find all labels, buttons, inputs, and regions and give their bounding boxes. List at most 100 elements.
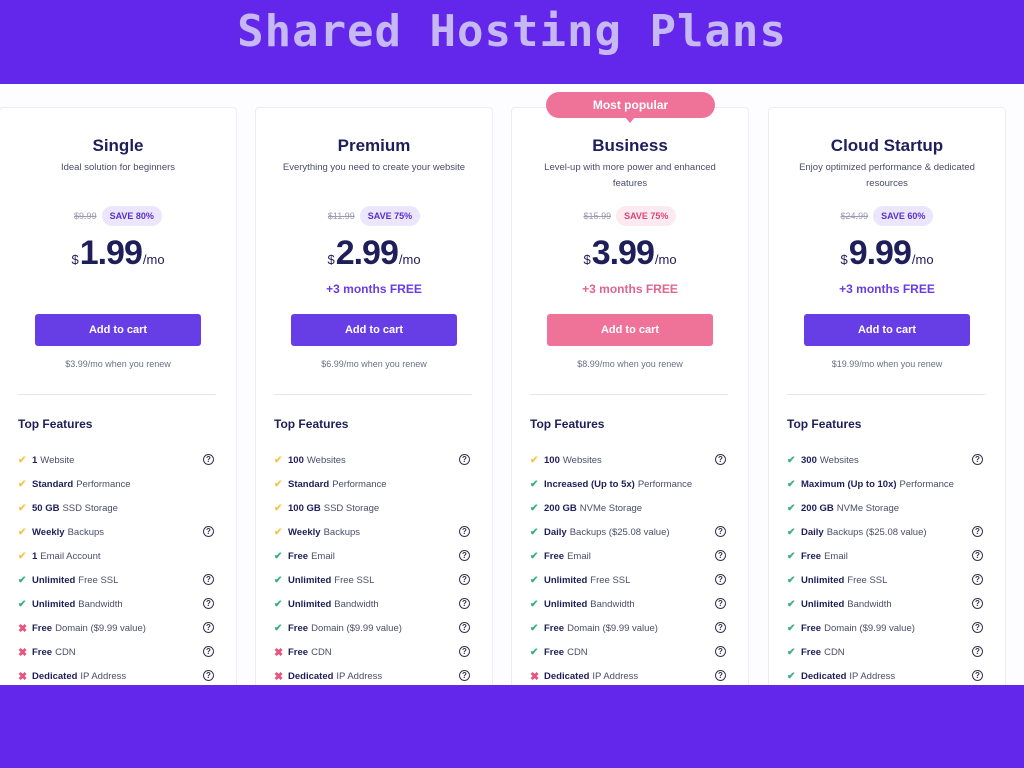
help-icon[interactable]: ? — [459, 646, 470, 657]
help-icon[interactable]: ? — [715, 574, 726, 585]
page-title: Shared Hosting Plans — [237, 6, 787, 57]
help-icon[interactable]: ? — [972, 670, 983, 681]
help-icon[interactable]: ? — [203, 622, 214, 633]
add-to-cart-button[interactable]: Add to cart — [35, 314, 201, 346]
feature-text: Free SSL — [847, 574, 888, 586]
check-icon: ✔ — [530, 454, 539, 466]
check-icon: ✔ — [530, 550, 539, 562]
help-icon[interactable]: ? — [972, 454, 983, 465]
price-currency: $ — [583, 252, 591, 267]
help-icon[interactable]: ? — [203, 670, 214, 681]
check-icon: ✔ — [787, 646, 796, 658]
plan-name: Cloud Startup — [830, 136, 944, 155]
feature-text: Free SSL — [590, 574, 631, 586]
add-to-cart-button[interactable]: Add to cart — [291, 314, 457, 346]
feature-item: ✖ Dedicated IP Address? — [530, 664, 728, 685]
help-icon[interactable]: ? — [459, 622, 470, 633]
help-icon[interactable]: ? — [715, 526, 726, 537]
help-icon[interactable]: ? — [459, 454, 470, 465]
feature-text: CDN — [824, 646, 845, 658]
price-currency: $ — [327, 252, 335, 267]
original-price: $11.99 — [327, 211, 355, 221]
feature-item: ✔ Unlimited Bandwidth? — [787, 592, 985, 616]
help-icon[interactable]: ? — [972, 550, 983, 561]
help-icon[interactable]: ? — [715, 670, 726, 681]
feature-item: ✔ Daily Backups ($25.08 value)? — [787, 520, 985, 544]
feature-list: ✔ 1 Website? ✔ Standard Performance ✔ 50 GB SSD … — [18, 448, 216, 685]
price-period: /mo — [142, 252, 165, 267]
bonus-months: +3 months FREE — [582, 282, 678, 296]
help-icon[interactable]: ? — [715, 646, 726, 657]
plan-card-single: Single Ideal solution for beginners $9.99 S… — [0, 107, 237, 685]
help-icon[interactable]: ? — [203, 454, 214, 465]
help-icon[interactable]: ? — [459, 526, 470, 537]
cross-icon: ✖ — [18, 646, 28, 659]
feature-text: IP Address — [336, 670, 383, 682]
feature-text: Bandwidth — [78, 598, 123, 610]
help-icon[interactable]: ? — [972, 526, 983, 537]
feature-item: ✔ 100 GB SSD Storage — [274, 496, 472, 520]
footer-band — [0, 685, 1024, 768]
check-icon: ✔ — [274, 550, 283, 562]
price-period: /mo — [398, 252, 421, 267]
add-to-cart-button[interactable]: Add to cart — [804, 314, 970, 346]
divider — [18, 394, 216, 395]
check-icon: ✔ — [18, 574, 27, 586]
cross-icon: ✖ — [530, 670, 540, 683]
feature-highlight: Free — [288, 646, 309, 658]
feature-highlight: Dedicated — [801, 670, 847, 682]
help-icon[interactable]: ? — [715, 622, 726, 633]
renewal-price: $6.99/mo when you renew — [321, 359, 427, 369]
help-icon[interactable]: ? — [715, 454, 726, 465]
help-icon[interactable]: ? — [972, 598, 983, 609]
features-heading: Top Features — [18, 417, 93, 431]
plan-description: Level-up with more power and enhanced fe… — [544, 162, 716, 189]
check-icon: ✔ — [787, 574, 796, 586]
help-icon[interactable]: ? — [972, 622, 983, 633]
plan-name: Premium — [337, 136, 411, 155]
cross-icon: ✖ — [274, 646, 284, 659]
add-to-cart-button[interactable]: Add to cart — [547, 314, 713, 346]
help-icon[interactable]: ? — [203, 646, 214, 657]
check-icon: ✔ — [530, 574, 539, 586]
feature-item: ✔ Increased (Up to 5x) Performance — [530, 472, 728, 496]
discount-row: $24.99 SAVE 60% — [769, 206, 1005, 226]
help-icon[interactable]: ? — [203, 598, 214, 609]
help-icon[interactable]: ? — [459, 598, 470, 609]
help-icon[interactable]: ? — [203, 574, 214, 585]
feature-text: Backups — [323, 526, 361, 538]
help-icon[interactable]: ? — [715, 598, 726, 609]
feature-item: ✔ Standard Performance — [18, 472, 216, 496]
help-icon[interactable]: ? — [972, 646, 983, 657]
feature-item: ✔ 1 Website? — [18, 448, 216, 472]
feature-text: Performance — [332, 478, 387, 490]
price-period: /mo — [911, 252, 934, 267]
features-heading: Top Features — [274, 417, 349, 431]
check-icon: ✔ — [18, 502, 27, 514]
check-icon: ✔ — [274, 598, 283, 610]
feature-text: Websites — [819, 454, 859, 466]
help-icon[interactable]: ? — [972, 574, 983, 585]
plan-description: Everything you need to create your websi… — [282, 162, 466, 173]
feature-highlight: Free — [801, 550, 822, 562]
help-icon[interactable]: ? — [715, 550, 726, 561]
feature-item: ✔ Unlimited Free SSL? — [787, 568, 985, 592]
feature-highlight: 200 GB — [801, 502, 834, 514]
feature-text: Email — [311, 550, 335, 562]
help-icon[interactable]: ? — [459, 550, 470, 561]
feature-text: Free SSL — [78, 574, 119, 586]
feature-text: Backups ($25.08 value) — [826, 526, 927, 538]
check-icon: ✔ — [787, 478, 796, 490]
feature-text: Domain ($9.99 value) — [824, 622, 915, 634]
price-currency: $ — [71, 252, 79, 267]
feature-text: Email Account — [40, 550, 101, 562]
help-icon[interactable]: ? — [203, 526, 214, 537]
feature-item: ✔ Free Domain ($9.99 value)? — [787, 616, 985, 640]
feature-item: ✔ Dedicated IP Address? — [787, 664, 985, 685]
feature-highlight: Unlimited — [32, 574, 76, 586]
feature-text: Website — [40, 454, 75, 466]
feature-text: IP Address — [592, 670, 639, 682]
feature-text: Websites — [306, 454, 346, 466]
help-icon[interactable]: ? — [459, 670, 470, 681]
help-icon[interactable]: ? — [459, 574, 470, 585]
